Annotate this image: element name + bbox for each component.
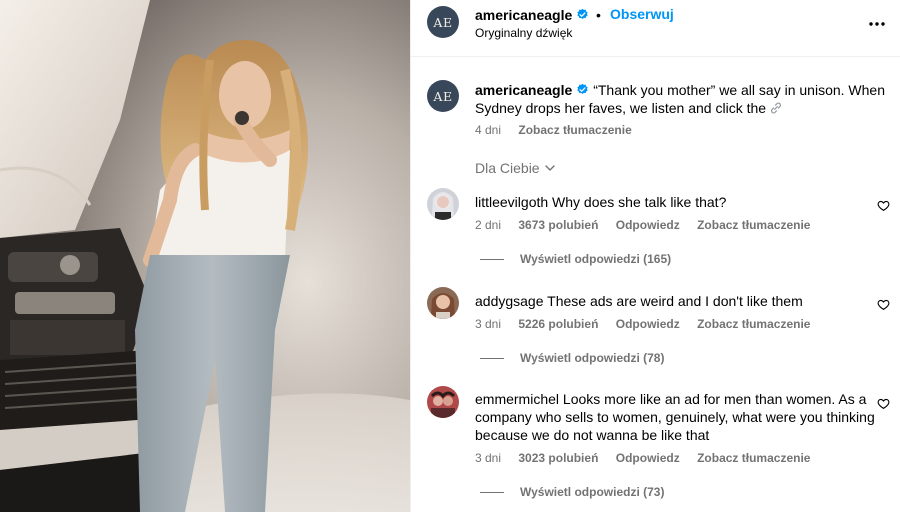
view-replies-label[interactable]: Wyświetl odpowiedzi (73) <box>520 485 664 499</box>
comment-time[interactable]: 3 dni <box>475 451 501 465</box>
view-replies-button[interactable]: Wyświetl odpowiedzi (73) <box>480 485 664 499</box>
caption-username-text[interactable]: americaneagle <box>475 82 572 98</box>
account-username[interactable]: americaneagle <box>475 7 589 23</box>
post-header: AE americaneagle • Obserwuj Oryginalny d… <box>411 0 900 57</box>
reply-button[interactable]: Odpowiedz <box>616 218 680 232</box>
separator-dot: • <box>596 7 601 23</box>
link-icon[interactable] <box>769 101 783 115</box>
translate-link[interactable]: Zobacz tłumaczenie <box>697 317 810 331</box>
comment-meta: 2 dni 3673 polubień Odpowiedz Zobacz tłu… <box>475 218 810 232</box>
comment-time[interactable]: 3 dni <box>475 317 501 331</box>
caption-meta: 4 dni Zobacz tłumaczenie <box>475 123 632 137</box>
replies-divider <box>480 358 504 359</box>
account-username-text[interactable]: americaneagle <box>475 7 572 23</box>
view-replies-label[interactable]: Wyświetl odpowiedzi (78) <box>520 351 664 365</box>
account-avatar[interactable]: AE <box>427 6 459 38</box>
caption-translate-link[interactable]: Zobacz tłumaczenie <box>518 123 631 137</box>
follow-button[interactable]: Obserwuj <box>610 6 674 22</box>
video-frame-illustration <box>0 0 410 512</box>
verified-badge-icon <box>577 83 588 94</box>
comment-text: emmermichel Looks more like an ad for me… <box>475 390 875 444</box>
caption-avatar[interactable]: AE <box>427 80 459 112</box>
view-replies-button[interactable]: Wyświetl odpowiedzi (78) <box>480 351 664 365</box>
view-replies-label[interactable]: Wyświetl odpowiedzi (165) <box>520 252 671 266</box>
comment-avatar[interactable] <box>427 188 459 220</box>
replies-divider <box>480 492 504 493</box>
instagram-post-view: AE americaneagle • Obserwuj Oryginalny d… <box>0 0 900 512</box>
like-heart-icon[interactable] <box>877 298 890 311</box>
comment-username[interactable]: addygsage <box>475 293 544 309</box>
reply-button[interactable]: Odpowiedz <box>616 317 680 331</box>
comment-avatar[interactable] <box>427 386 459 418</box>
comment-likes[interactable]: 3673 polubień <box>518 218 598 232</box>
more-horizontal-icon[interactable] <box>867 14 887 34</box>
like-heart-icon[interactable] <box>877 397 890 410</box>
like-heart-icon[interactable] <box>877 199 890 212</box>
audio-label[interactable]: Oryginalny dźwięk <box>475 26 572 40</box>
comment-text: addygsage These ads are weird and I don'… <box>475 292 875 310</box>
comment-likes[interactable]: 3023 polubień <box>518 451 598 465</box>
reply-button[interactable]: Odpowiedz <box>616 451 680 465</box>
comment-body: Why does she talk like that? <box>552 194 727 210</box>
comment-likes[interactable]: 5226 polubień <box>518 317 598 331</box>
comment-text: littleevilgoth Why does she talk like th… <box>475 193 875 211</box>
comment-username[interactable]: emmermichel <box>475 391 559 407</box>
translate-link[interactable]: Zobacz tłumaczenie <box>697 218 810 232</box>
chevron-down-icon[interactable] <box>544 162 556 174</box>
post-video[interactable] <box>0 0 410 512</box>
comment-body: These ads are weird and I don't like the… <box>547 293 803 309</box>
comment-username[interactable]: littleevilgoth <box>475 194 548 210</box>
comment-meta: 3 dni 5226 polubień Odpowiedz Zobacz tłu… <box>475 317 810 331</box>
comment-meta: 3 dni 3023 polubień Odpowiedz Zobacz tłu… <box>475 451 810 465</box>
caption-text: americaneagle “Thank you mother” we all … <box>475 81 885 117</box>
comment-sort-dropdown[interactable]: Dla Ciebie <box>475 160 556 176</box>
caption-time[interactable]: 4 dni <box>475 123 501 137</box>
verified-badge-icon <box>577 8 588 19</box>
translate-link[interactable]: Zobacz tłumaczenie <box>697 451 810 465</box>
comment-time[interactable]: 2 dni <box>475 218 501 232</box>
replies-divider <box>480 259 504 260</box>
comment-avatar[interactable] <box>427 287 459 319</box>
comment-sort-label[interactable]: Dla Ciebie <box>475 160 540 176</box>
caption-username[interactable]: americaneagle <box>475 82 589 98</box>
post-side-panel: AE americaneagle • Obserwuj Oryginalny d… <box>410 0 900 512</box>
view-replies-button[interactable]: Wyświetl odpowiedzi (165) <box>480 252 671 266</box>
